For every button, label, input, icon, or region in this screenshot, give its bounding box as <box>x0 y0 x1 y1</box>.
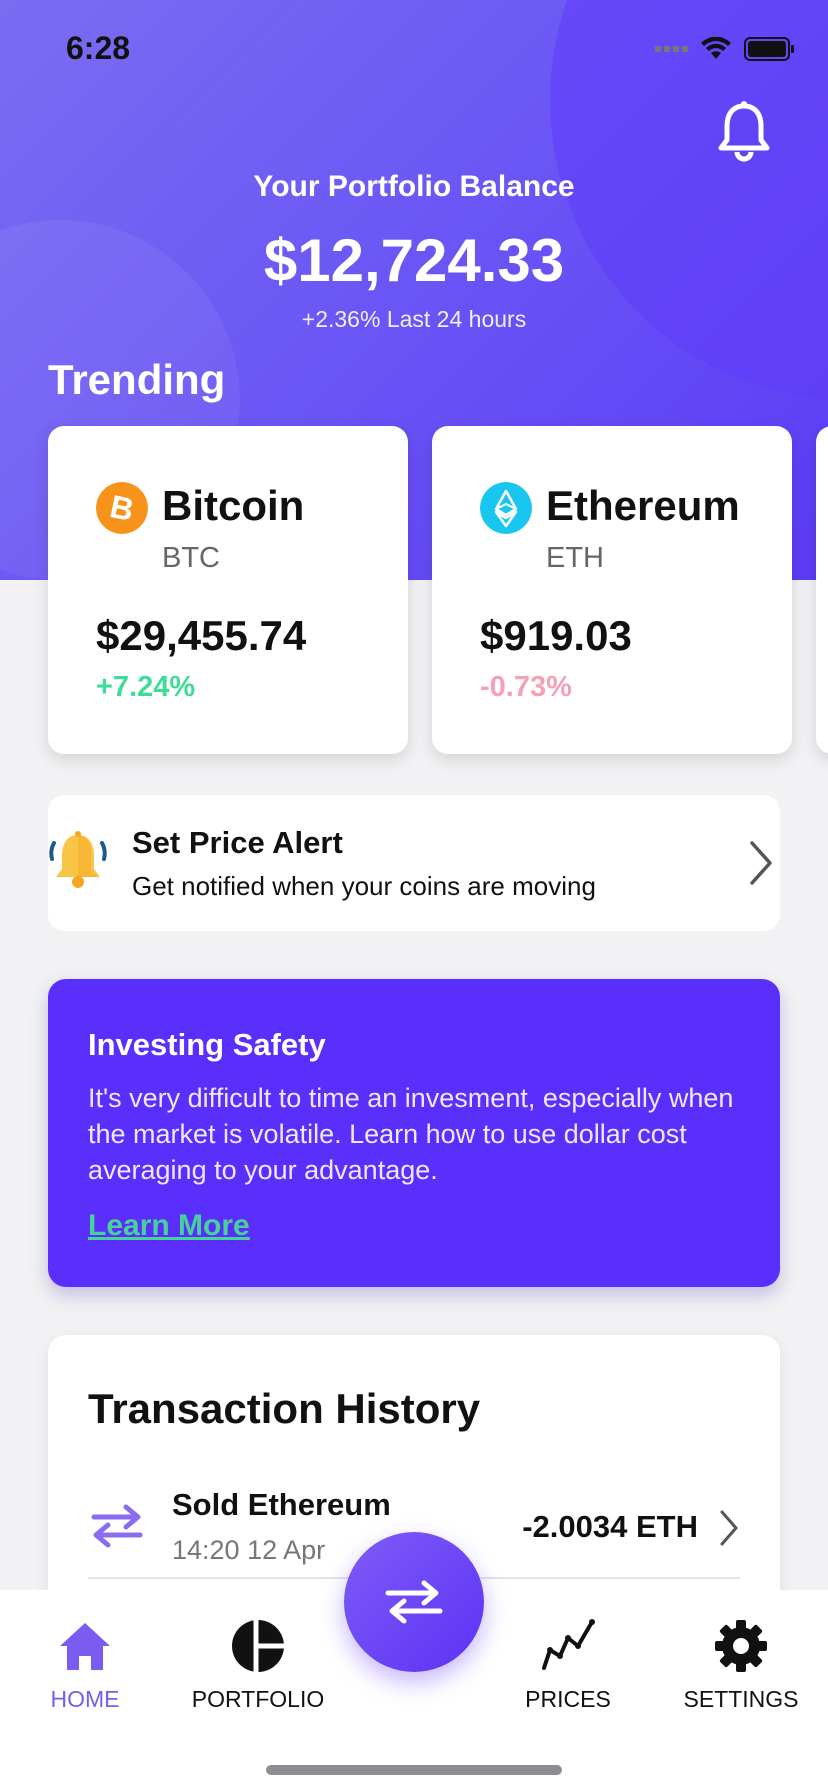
nav-prices-label: PRICES <box>525 1686 611 1712</box>
balance-change: +2.36% Last 24 hours <box>301 306 527 332</box>
battery-icon <box>744 37 794 61</box>
pie-chart-icon <box>232 1620 284 1672</box>
nav-portfolio-label: PORTFOLIO <box>191 1686 325 1712</box>
investing-safety-card: Investing Safety It's very difficult to … <box>48 979 780 1287</box>
nav-settings[interactable]: SETTINGS <box>666 1618 816 1713</box>
nav-home-label: HOME <box>50 1686 120 1712</box>
coin-card-next[interactable] <box>816 426 828 754</box>
transaction-amount: -2.0034 ETH <box>522 1509 698 1544</box>
coin-card-bitcoin[interactable]: B Bitcoin BTC $29,455.74 +7.24% <box>48 426 408 754</box>
status-time: 6:28 <box>66 30 131 66</box>
nav-home[interactable]: HOME <box>10 1618 160 1713</box>
swap-icon <box>91 1504 143 1548</box>
nav-prices[interactable]: PRICES <box>493 1618 643 1713</box>
home-icon <box>60 1623 110 1670</box>
alert-title: Set Price Alert <box>132 825 343 860</box>
alert-description: Get notified when your coins are moving <box>132 871 596 901</box>
nav-settings-label: SETTINGS <box>683 1686 799 1712</box>
coin-card-ethereum[interactable]: Ethereum ETH $919.03 -0.73% <box>432 426 792 754</box>
line-chart-icon <box>542 1619 595 1670</box>
trending-title: Trending <box>48 356 226 403</box>
safety-body: It's very difficult to time an invesment… <box>88 1083 734 1185</box>
signal-icon <box>655 46 688 52</box>
coin-change: -0.73% <box>480 671 572 703</box>
wifi-icon <box>701 37 731 59</box>
coin-price: $29,455.74 <box>96 612 307 659</box>
coin-symbol: ETH <box>546 542 604 574</box>
coin-change: +7.24% <box>96 671 196 703</box>
status-icons <box>655 36 796 62</box>
balance-title: Your Portfolio Balance <box>253 170 575 203</box>
alarm-bell-icon <box>49 831 107 888</box>
coin-price: $919.03 <box>480 612 632 659</box>
safety-title: Investing Safety <box>88 1027 326 1062</box>
transaction-name: Sold Ethereum <box>172 1487 391 1522</box>
swap-fab-button[interactable] <box>344 1532 484 1672</box>
bell-icon[interactable] <box>716 100 772 164</box>
home-indicator <box>266 1765 562 1775</box>
chevron-right-icon <box>750 841 772 885</box>
nav-portfolio[interactable]: PORTFOLIO <box>183 1618 333 1713</box>
coin-symbol: BTC <box>162 542 220 574</box>
bitcoin-icon: B <box>96 482 148 534</box>
learn-more-link[interactable]: Learn More <box>88 1209 250 1243</box>
set-price-alert-card[interactable]: Set Price Alert Get notified when your c… <box>48 795 780 931</box>
balance-value: $12,724.33 <box>263 227 565 294</box>
ethereum-icon <box>480 482 532 534</box>
coin-name: Bitcoin <box>162 482 305 529</box>
transaction-history-title: Transaction History <box>88 1385 481 1432</box>
gear-icon <box>715 1620 767 1672</box>
chevron-right-icon <box>720 1510 738 1546</box>
transaction-time: 14:20 12 Apr <box>172 1535 326 1565</box>
coin-name: Ethereum <box>546 482 740 529</box>
swap-icon <box>385 1580 443 1624</box>
